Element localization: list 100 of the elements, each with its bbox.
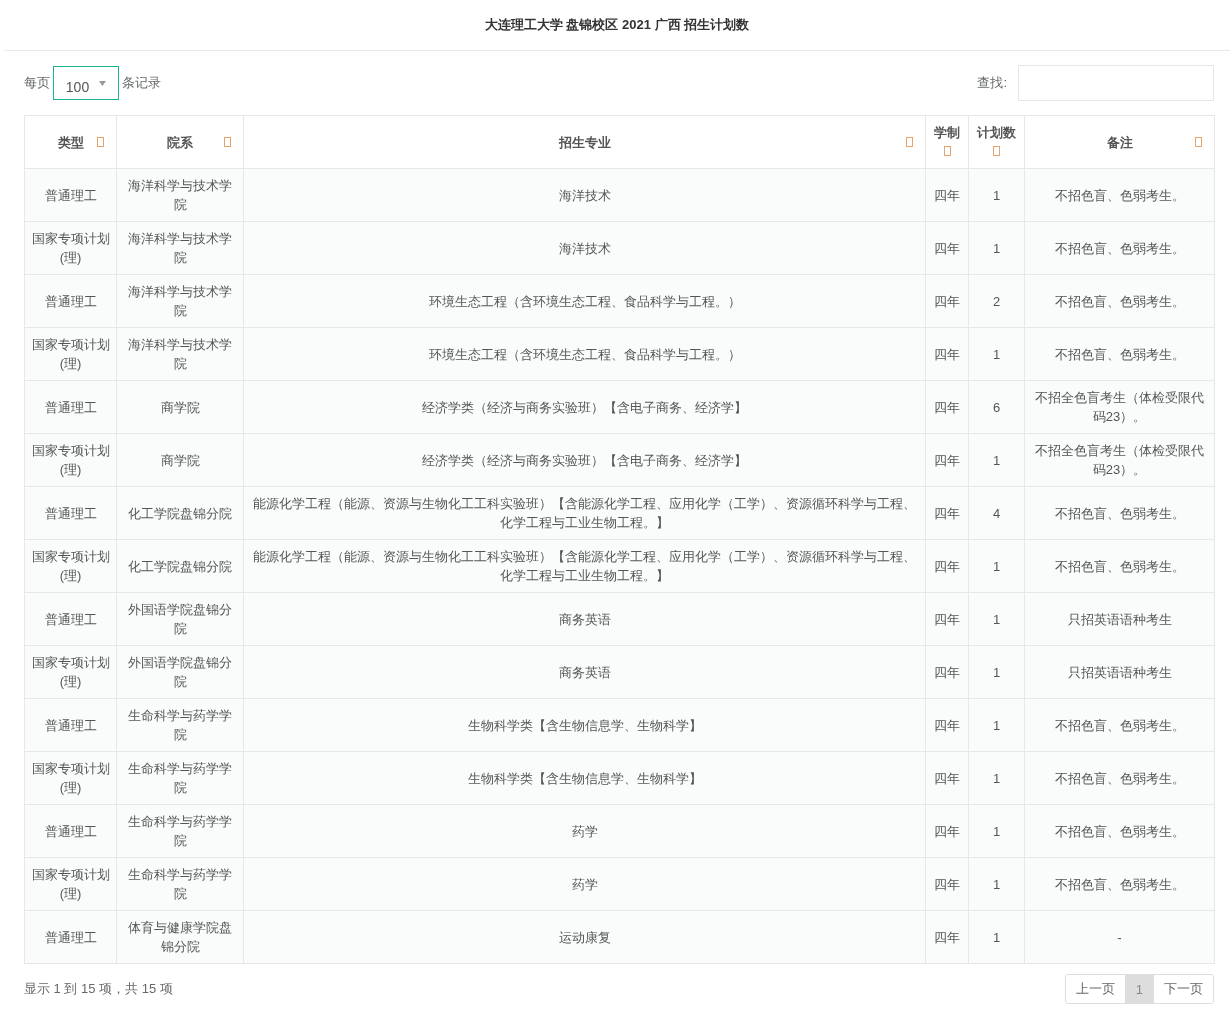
table-cell: 1: [968, 221, 1025, 275]
table-cell: 经济学类（经济与商务实验班）【含电子商务、经济学】: [243, 380, 926, 434]
table-cell: 普通理工: [24, 804, 117, 858]
column-header[interactable]: 院系: [116, 115, 244, 169]
page-size-select[interactable]: 100: [53, 66, 119, 100]
table-cell: 普通理工: [24, 168, 117, 222]
table-cell: 四年: [925, 168, 969, 222]
table-cell: 海洋科学与技术学院: [116, 274, 244, 328]
table-cell: 海洋科学与技术学院: [116, 221, 244, 275]
sort-icon[interactable]: [993, 146, 1000, 156]
table-cell: 药学: [243, 857, 926, 911]
records-label: 条记录: [122, 74, 161, 92]
table-cell: 国家专项计划(理): [24, 221, 117, 275]
table-cell: 生物科学类【含生物信息学、生物科学】: [243, 698, 926, 752]
table-cell: 化工学院盘锦分院: [116, 486, 244, 540]
table-cell: 1: [968, 645, 1025, 699]
page-title: 大连理工大学 盘锦校区 2021 广西 招生计划数: [484, 16, 750, 34]
search-label: 查找:: [977, 74, 1007, 92]
table-cell: 体育与健康学院盘锦分院: [116, 910, 244, 964]
table-cell: 1: [968, 698, 1025, 752]
table-cell: 海洋技术: [243, 221, 926, 275]
table-cell: 能源化学工程（能源、资源与生物化工工科实验班）【含能源化学工程、应用化学（工学）、资源循环科学与工程、化学工程与工业生物工程。】: [243, 539, 926, 593]
table-cell: 四年: [925, 380, 969, 434]
table-cell: 1: [968, 910, 1025, 964]
table-cell: 1: [968, 804, 1025, 858]
table-cell: 1: [968, 433, 1025, 487]
table-cell: 海洋科学与技术学院: [116, 327, 244, 381]
table-cell: 1: [968, 327, 1025, 381]
table-cell: 生命科学与药学学院: [116, 857, 244, 911]
table-cell: 不招色盲、色弱考生。: [1024, 168, 1215, 222]
table-cell: 四年: [925, 698, 969, 752]
table-cell: 不招色盲、色弱考生。: [1024, 274, 1215, 328]
table-cell: 不招色盲、色弱考生。: [1024, 857, 1215, 911]
table-cell: 四年: [925, 327, 969, 381]
table-cell: 化工学院盘锦分院: [116, 539, 244, 593]
table-cell: 不招色盲、色弱考生。: [1024, 751, 1215, 805]
table-cell: 普通理工: [24, 380, 117, 434]
table-cell: 外国语学院盘锦分院: [116, 645, 244, 699]
table-cell: 1: [968, 168, 1025, 222]
table-cell: 不招色盲、色弱考生。: [1024, 698, 1215, 752]
table-cell: 不招全色盲考生（体检受限代码23）。: [1024, 380, 1215, 434]
page-button[interactable]: 下一页: [1153, 975, 1213, 1003]
table-cell: 生命科学与药学学院: [116, 698, 244, 752]
column-header[interactable]: 招生专业: [243, 115, 926, 169]
table-cell: 外国语学院盘锦分院: [116, 592, 244, 646]
table-cell: 普通理工: [24, 486, 117, 540]
table-cell: 四年: [925, 221, 969, 275]
table-cell: 国家专项计划(理): [24, 433, 117, 487]
table-cell: 只招英语语种考生: [1024, 592, 1215, 646]
column-header[interactable]: 计划数: [968, 115, 1025, 169]
table-cell: 2: [968, 274, 1025, 328]
table-cell: 国家专项计划(理): [24, 751, 117, 805]
table-cell: 运动康复: [243, 910, 926, 964]
table-cell: 国家专项计划(理): [24, 857, 117, 911]
sort-icon[interactable]: [97, 137, 104, 147]
table-cell: 不招色盲、色弱考生。: [1024, 804, 1215, 858]
sort-icon[interactable]: [1195, 137, 1202, 147]
table-cell: 1: [968, 751, 1025, 805]
sort-icon[interactable]: [906, 137, 913, 147]
table-cell: 生物科学类【含生物信息学、生物科学】: [243, 751, 926, 805]
table-cell: 1: [968, 592, 1025, 646]
column-header[interactable]: 学制: [925, 115, 969, 169]
table-cell: 生命科学与药学学院: [116, 804, 244, 858]
table-cell: 4: [968, 486, 1025, 540]
table-cell: 四年: [925, 910, 969, 964]
table-cell: -: [1024, 910, 1215, 964]
sort-icon[interactable]: [943, 146, 951, 156]
table-cell: 普通理工: [24, 592, 117, 646]
table-cell: 四年: [925, 645, 969, 699]
table-cell: 四年: [925, 433, 969, 487]
column-header[interactable]: 备注: [1024, 115, 1215, 169]
sort-icon[interactable]: [224, 137, 231, 147]
per-page-label: 每页: [24, 74, 50, 92]
table-cell: 普通理工: [24, 910, 117, 964]
table-cell: 四年: [925, 592, 969, 646]
table-cell: 四年: [925, 274, 969, 328]
table-cell: 商务英语: [243, 592, 926, 646]
table-cell: 四年: [925, 486, 969, 540]
table-cell: 商学院: [116, 380, 244, 434]
table-cell: 国家专项计划(理): [24, 645, 117, 699]
table-cell: 不招色盲、色弱考生。: [1024, 539, 1215, 593]
table-cell: 四年: [925, 804, 969, 858]
table-cell: 环境生态工程（含环境生态工程、食品科学与工程。）: [243, 274, 926, 328]
table-cell: 能源化学工程（能源、资源与生物化工工科实验班）【含能源化学工程、应用化学（工学）、资源循环科学与工程、化学工程与工业生物工程。】: [243, 486, 926, 540]
table-cell: 环境生态工程（含环境生态工程、食品科学与工程。）: [243, 327, 926, 381]
table-cell: 海洋科学与技术学院: [116, 168, 244, 222]
column-header[interactable]: 类型: [24, 115, 117, 169]
table-cell: 海洋技术: [243, 168, 926, 222]
table-info: 显示 1 到 15 项，共 15 项: [24, 980, 173, 998]
table-cell: 普通理工: [24, 698, 117, 752]
table-cell: 不招色盲、色弱考生。: [1024, 327, 1215, 381]
search-field[interactable]: [1018, 65, 1214, 101]
table-cell: 四年: [925, 539, 969, 593]
table-cell: 生命科学与药学学院: [116, 751, 244, 805]
table-cell: 商学院: [116, 433, 244, 487]
table-cell: 不招全色盲考生（体检受限代码23）。: [1024, 433, 1215, 487]
table-cell: 国家专项计划(理): [24, 539, 117, 593]
table-cell: 商务英语: [243, 645, 926, 699]
table-cell: 6: [968, 380, 1025, 434]
table-cell: 国家专项计划(理): [24, 327, 117, 381]
